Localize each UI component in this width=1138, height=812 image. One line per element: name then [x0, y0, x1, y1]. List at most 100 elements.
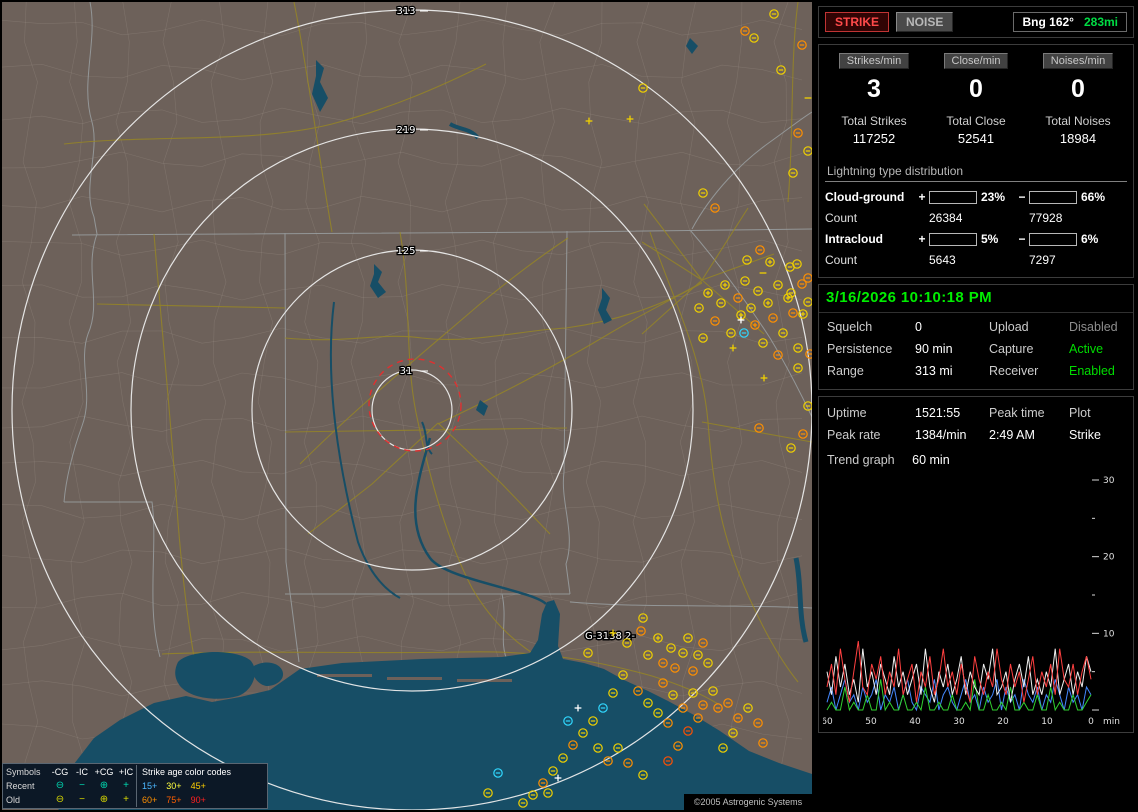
- bearing-distance: 283mi: [1083, 15, 1118, 29]
- svg-text:219: 219: [396, 125, 415, 136]
- legend-col-pos-ic: +IC: [118, 767, 134, 777]
- svg-text:50: 50: [865, 717, 877, 727]
- capture-label: Capture: [989, 342, 1034, 356]
- cg-plus-sign: +: [918, 190, 926, 204]
- cg-minus-percent: 66%: [1081, 190, 1106, 204]
- total-close-value: 52541: [957, 131, 995, 146]
- range-value: 313 mi: [915, 364, 953, 378]
- svg-text:min: min: [1103, 717, 1120, 727]
- noises-per-min-value: 0: [1071, 75, 1085, 103]
- copyright-notice: ©2005 Astrogenic Systems: [684, 794, 812, 810]
- upload-status: Disabled: [1069, 320, 1118, 334]
- pos-ic-old-icon: +: [123, 794, 129, 805]
- trend-graph-window: 60 min: [912, 453, 950, 467]
- alert-toolbar: STRIKE NOISE Bng 162° 283mi: [818, 6, 1134, 38]
- age-90-label: 90+: [190, 795, 206, 805]
- peak-rate-label: Peak rate: [827, 428, 881, 442]
- datetime-display: 3/16/2026 10:10:18 PM: [819, 285, 1133, 313]
- strikes-per-min-chip: Strikes/min: [838, 53, 910, 69]
- plot-label: Plot: [1069, 406, 1091, 420]
- svg-text:31: 31: [400, 366, 413, 377]
- intracloud-label: Intracloud: [825, 232, 884, 246]
- ic-plus-count: 5643: [929, 253, 956, 267]
- svg-text:10: 10: [1041, 717, 1053, 727]
- cg-plus-gauge: [929, 190, 977, 204]
- strikes-per-min-column: Strikes/min 3 Total Strikes 117252: [823, 53, 925, 152]
- cg-plus-percent: 23%: [981, 190, 1006, 204]
- ic-plus-sign: +: [918, 232, 926, 246]
- age-30-label: 30+: [166, 781, 182, 791]
- age-60-label: 60+: [142, 795, 158, 805]
- persistence-label: Persistence: [827, 342, 893, 356]
- svg-text:40: 40: [909, 717, 921, 727]
- legend-col-neg-ic: -IC: [76, 767, 88, 777]
- age-75-label: 75+: [166, 795, 182, 805]
- svg-text:30: 30: [953, 717, 965, 727]
- rates-section: Strikes/min 3 Total Strikes 117252 Close…: [818, 44, 1134, 278]
- distribution-title: Lightning type distribution: [825, 162, 1127, 182]
- total-strikes-label: Total Strikes: [841, 114, 907, 128]
- noises-per-min-column: Noises/min 0 Total Noises 18984: [1027, 53, 1129, 152]
- peak-time-value: 2:49 AM: [989, 428, 1035, 442]
- ic-count-label: Count: [825, 253, 858, 267]
- ic-minus-sign: −: [1018, 232, 1026, 246]
- capture-status: Active: [1069, 342, 1104, 356]
- plot-value: Strike: [1069, 428, 1101, 442]
- pos-ic-recent-icon: +: [123, 780, 129, 791]
- receiver-status: Enabled: [1069, 364, 1115, 378]
- squelch-value: 0: [915, 320, 922, 334]
- neg-ic-recent-icon: −: [79, 780, 85, 791]
- svg-text:20: 20: [997, 717, 1009, 727]
- cg-plus-count: 26384: [929, 211, 963, 225]
- bearing-readout: Bng 162° 283mi: [1013, 12, 1127, 32]
- range-label: Range: [827, 364, 864, 378]
- age-45-label: 45+: [190, 781, 206, 791]
- age-15-label: 15+: [142, 781, 158, 791]
- close-per-min-value: 0: [969, 75, 983, 103]
- strike-map[interactable]: 31321912531 G-3138 2-: [2, 2, 812, 810]
- close-per-min-column: Close/min 0 Total Close 52541: [925, 53, 1027, 152]
- cloud-ground-label: Cloud-ground: [825, 190, 905, 204]
- cg-minus-gauge: [1029, 190, 1077, 204]
- pos-cg-old-icon: ⊕: [99, 794, 109, 805]
- peak-rate-value: 1384/min: [915, 428, 967, 442]
- cg-minus-count: 77928: [1029, 211, 1063, 225]
- noises-per-min-chip: Noises/min: [1042, 53, 1114, 69]
- status-section: 3/16/2026 10:10:18 PM Squelch 0 Upload D…: [818, 284, 1134, 390]
- total-strikes-value: 117252: [852, 131, 896, 146]
- ic-plus-percent: 5%: [981, 232, 999, 246]
- total-noises-value: 18984: [1059, 131, 1097, 146]
- legend-recent-label: Recent: [6, 781, 35, 791]
- svg-text:60: 60: [823, 717, 833, 727]
- upload-label: Upload: [989, 320, 1029, 334]
- squelch-label: Squelch: [827, 320, 873, 334]
- total-close-label: Total Close: [946, 114, 1006, 128]
- ic-minus-gauge: [1029, 232, 1077, 246]
- status-panel: STRIKE NOISE Bng 162° 283mi Strikes/min 3…: [818, 6, 1134, 739]
- peak-time-label: Peak time: [989, 406, 1045, 420]
- strike-alert-button[interactable]: STRIKE: [825, 12, 890, 32]
- pos-cg-recent-icon: ⊕: [99, 780, 109, 791]
- legend-old-label: Old: [6, 795, 21, 805]
- trend-section: Uptime 1521:55 Peak time Plot Peak rate …: [818, 396, 1134, 733]
- uptime-label: Uptime: [827, 406, 867, 420]
- map-area: 313 219 125 31 G-3138 2-: [2, 2, 812, 810]
- svg-text:0: 0: [1088, 717, 1094, 727]
- uptime-value: 1521:55: [915, 406, 961, 420]
- legend-col-neg-cg: -CG: [51, 767, 69, 777]
- map-legend: Symbols -CG -IC +CG +IC Strike age color…: [2, 763, 268, 809]
- neg-cg-old-icon: ⊖: [55, 794, 65, 805]
- neg-cg-recent-icon: ⊖: [55, 780, 65, 791]
- legend-symbols-label: Symbols: [6, 767, 41, 777]
- ic-minus-count: 7297: [1029, 253, 1056, 267]
- trend-graph-label: Trend graph: [827, 453, 895, 467]
- svg-text:125: 125: [396, 246, 415, 257]
- legend-age-title: Strike age color codes: [142, 767, 232, 777]
- noise-alert-button[interactable]: NOISE: [896, 12, 954, 32]
- legend-col-pos-cg: +CG: [94, 767, 114, 777]
- svg-text:20: 20: [1103, 553, 1115, 563]
- neg-ic-old-icon: −: [79, 794, 85, 805]
- cg-minus-sign: −: [1018, 190, 1026, 204]
- cg-count-label: Count: [825, 211, 858, 225]
- svg-text:30: 30: [1103, 476, 1115, 486]
